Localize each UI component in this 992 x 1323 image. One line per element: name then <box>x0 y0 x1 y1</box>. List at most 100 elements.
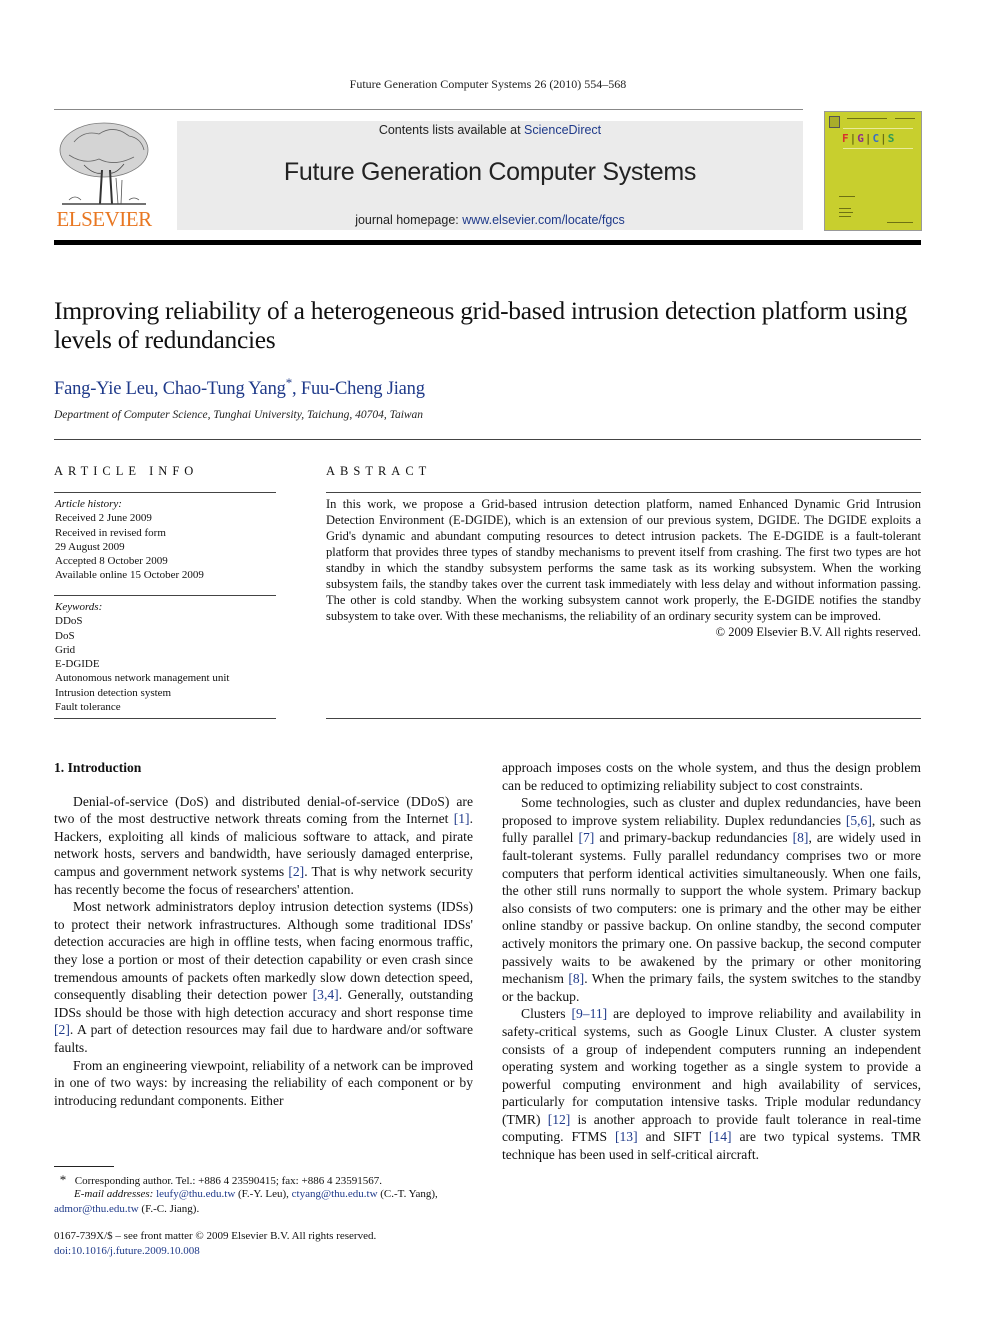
keyword-item: DDoS <box>55 615 83 628</box>
divider <box>54 492 276 493</box>
section-heading: 1. Introduction <box>54 760 142 775</box>
cover-line <box>839 208 851 209</box>
text-run: are deployed to improve reliability and … <box>502 1006 921 1127</box>
header-rule <box>54 109 803 110</box>
cover-line <box>839 196 855 197</box>
abstract: In this work, we propose a Grid-based in… <box>326 496 921 640</box>
divider <box>54 595 276 596</box>
text-run: From an engineering viewpoint, reliabili… <box>54 1057 473 1108</box>
footnote-rule <box>54 1166 114 1167</box>
email-footnote: E-mail addresses: leufy@thu.edu.tw (F.-Y… <box>54 1188 438 1215</box>
citation-link[interactable]: [2] <box>288 864 304 879</box>
sciencedirect-link[interactable]: ScienceDirect <box>524 123 601 137</box>
email-link[interactable]: leufy@thu.edu.tw <box>156 1188 235 1200</box>
cover-logo-icon <box>829 116 840 128</box>
citation-link[interactable]: [2] <box>54 1022 70 1037</box>
author-name[interactable]: Chao-Tung Yang <box>163 379 286 399</box>
keyword-item: Fault tolerance <box>55 701 121 714</box>
issn-line: 0167-739X/$ – see front matter © 2009 El… <box>54 1230 377 1242</box>
elsevier-tree-icon <box>59 122 149 205</box>
cover-line <box>839 212 853 213</box>
journal-title: Future Generation Computer Systems <box>283 158 697 186</box>
cover-line <box>843 128 913 129</box>
citation-link[interactable]: [5,6] <box>846 813 872 828</box>
journal-banner: Contents lists available at ScienceDirec… <box>177 121 803 230</box>
author-list: Fang-Yie Leu, Chao-Tung Yang*, Fuu-Cheng… <box>54 375 425 400</box>
running-head: Future Generation Computer Systems 26 (2… <box>349 77 627 91</box>
article-history: Article history: Received 2 June 2009 Re… <box>55 497 285 583</box>
cover-line <box>887 222 913 223</box>
journal-cover-thumbnail: F|G|C|S <box>824 111 922 231</box>
cover-line <box>895 118 915 119</box>
keyword-item: Intrusion detection system <box>55 686 172 699</box>
citation-link[interactable]: [13] <box>615 1129 638 1144</box>
affiliation: Department of Computer Science, Tunghai … <box>54 409 424 421</box>
contents-line: Contents lists available at ScienceDirec… <box>378 123 602 137</box>
text-run: and primary-backup redundancies <box>594 830 793 846</box>
doi-link[interactable]: doi:10.1016/j.future.2009.10.008 <box>54 1244 484 1259</box>
author-name[interactable]: Fuu-Cheng Jiang <box>301 379 425 399</box>
footnote-mark: * <box>59 1172 67 1187</box>
doi-link-text[interactable]: doi:10.1016/j.future.2009.10.008 <box>54 1245 200 1257</box>
corresponding-author-text: Corresponding author. Tel.: +886 4 23590… <box>74 1175 382 1187</box>
author-name[interactable]: Fang-Yie Leu <box>54 379 154 399</box>
keyword-item: Autonomous network management unit <box>55 672 230 685</box>
body-column-left: 1. Introduction Denial-of-service (DoS) … <box>54 759 473 1109</box>
elsevier-logo: ELSEVIER <box>54 120 154 232</box>
keywords-label: Keywords: <box>55 601 103 613</box>
right-paragraphs: approach imposes costs on the whole syst… <box>502 759 921 1164</box>
history-item: Available online 15 October 2009 <box>55 569 204 582</box>
text-run: . A part of detection resources may fail… <box>54 1022 473 1055</box>
citation-link[interactable]: [8] <box>568 971 584 986</box>
cover-fgcs-letters: F|G|C|S <box>842 132 896 145</box>
divider <box>54 718 276 719</box>
history-item: Accepted 8 October 2009 <box>55 555 168 568</box>
citation-link[interactable]: [12] <box>548 1112 571 1127</box>
keyword-item: E-DGIDE <box>55 658 100 671</box>
body-paragraph: From an engineering viewpoint, reliabili… <box>54 1057 473 1110</box>
elsevier-wordmark: ELSEVIER <box>56 207 152 231</box>
keywords: Keywords: DDoS DoS Grid E-DGIDE Autonomo… <box>55 600 285 714</box>
divider <box>326 492 921 493</box>
body-paragraph: Some technologies, such as cluster and d… <box>502 794 921 1005</box>
text-run: Clusters <box>521 1006 572 1022</box>
cover-line <box>843 148 913 149</box>
body-column-right: approach imposes costs on the whole syst… <box>502 759 921 1164</box>
citation-link[interactable]: [7] <box>578 830 594 845</box>
citation-link[interactable]: [3,4] <box>313 987 339 1002</box>
citation-link[interactable]: [9–11] <box>571 1006 607 1021</box>
abstract-heading: ABSTRACT <box>326 464 432 478</box>
keyword-item: Grid <box>55 643 76 656</box>
header-thick-rule <box>54 240 921 245</box>
left-paragraphs: Denial-of-service (DoS) and distributed … <box>54 793 473 1110</box>
cover-line <box>847 118 887 119</box>
divider <box>54 439 921 440</box>
email-label: E-mail addresses: <box>74 1188 154 1200</box>
citation-link[interactable]: [8] <box>793 830 809 845</box>
body-paragraph: Denial-of-service (DoS) and distributed … <box>54 793 473 899</box>
citation-link[interactable]: [14] <box>709 1129 732 1144</box>
journal-homepage-link[interactable]: www.elsevier.com/locate/fgcs <box>462 213 625 227</box>
history-item: Received 2 June 2009 <box>55 512 152 525</box>
body-paragraph: Most network administrators deploy intru… <box>54 898 473 1056</box>
history-item: 29 August 2009 <box>55 540 125 553</box>
homepage-line: journal homepage: www.elsevier.com/locat… <box>355 213 625 227</box>
citation-link[interactable]: [1] <box>454 811 470 826</box>
abstract-copyright: © 2009 Elsevier B.V. All rights reserved… <box>715 625 921 639</box>
article-history-label: Article history: <box>55 498 122 510</box>
history-item: Received in revised form <box>55 526 166 539</box>
body-paragraph: approach imposes costs on the whole syst… <box>502 759 921 794</box>
article-info-heading: ARTICLE INFO <box>54 464 199 478</box>
abstract-text: In this work, we propose a Grid-based in… <box>326 497 921 623</box>
body-paragraph: Clusters [9–11] are deployed to improve … <box>502 1005 921 1163</box>
text-run: approach imposes costs on the whole syst… <box>502 760 921 793</box>
text-run: Denial-of-service (DoS) and distributed … <box>54 793 473 827</box>
keyword-item: DoS <box>55 629 75 642</box>
text-run: , are widely used in fault-tolerant syst… <box>502 830 922 987</box>
email-link[interactable]: admor@thu.edu.tw <box>54 1203 139 1215</box>
divider <box>326 718 921 719</box>
cover-line <box>839 216 851 217</box>
article-title: Improving reliability of a heterogeneous… <box>54 296 908 354</box>
email-link[interactable]: ctyang@thu.edu.tw <box>292 1188 378 1200</box>
text-run: and SIFT <box>637 1129 709 1145</box>
